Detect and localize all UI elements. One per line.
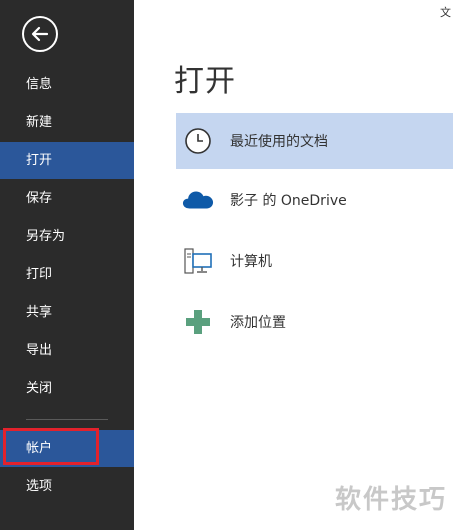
nav-item-save-as[interactable]: 另存为 xyxy=(0,218,134,255)
onedrive-cloud-icon xyxy=(182,184,214,216)
location-computer[interactable]: 计算机 xyxy=(176,233,453,289)
back-arrow-icon xyxy=(31,26,49,42)
clock-icon xyxy=(182,125,214,157)
nav-item-export[interactable]: 导出 xyxy=(0,332,134,369)
location-add-place[interactable]: 添加位置 xyxy=(176,294,453,350)
backstage-sidebar: 信息 新建 打开 保存 另存为 打印 共享 导出 关闭 帐户 选项 xyxy=(0,0,134,530)
nav-item-print[interactable]: 打印 xyxy=(0,256,134,293)
plus-icon xyxy=(182,306,214,338)
nav-item-share[interactable]: 共享 xyxy=(0,294,134,331)
nav-item-close[interactable]: 关闭 xyxy=(0,370,134,407)
location-label: 最近使用的文档 xyxy=(230,134,328,150)
main-content: 文 打开 最近使用的文档 影子 的 OneDrive 计算机 添加位置 软件技巧 xyxy=(134,0,453,530)
nav-item-info[interactable]: 信息 xyxy=(0,66,134,103)
corner-text: 文 xyxy=(440,6,451,19)
nav-item-save[interactable]: 保存 xyxy=(0,180,134,217)
nav-item-open[interactable]: 打开 xyxy=(0,142,134,179)
location-label: 添加位置 xyxy=(230,315,286,331)
back-button[interactable] xyxy=(22,16,58,52)
nav-item-account[interactable]: 帐户 xyxy=(0,430,134,467)
location-recent-documents[interactable]: 最近使用的文档 xyxy=(176,113,453,169)
location-onedrive[interactable]: 影子 的 OneDrive xyxy=(176,172,453,228)
sidebar-divider xyxy=(26,419,108,420)
location-label: 影子 的 OneDrive xyxy=(230,193,347,209)
nav-item-new[interactable]: 新建 xyxy=(0,104,134,141)
nav-item-options[interactable]: 选项 xyxy=(0,468,134,505)
computer-icon xyxy=(182,245,214,277)
watermark: 软件技巧 xyxy=(334,485,447,515)
location-label: 计算机 xyxy=(230,254,272,270)
page-title: 打开 xyxy=(174,64,236,99)
